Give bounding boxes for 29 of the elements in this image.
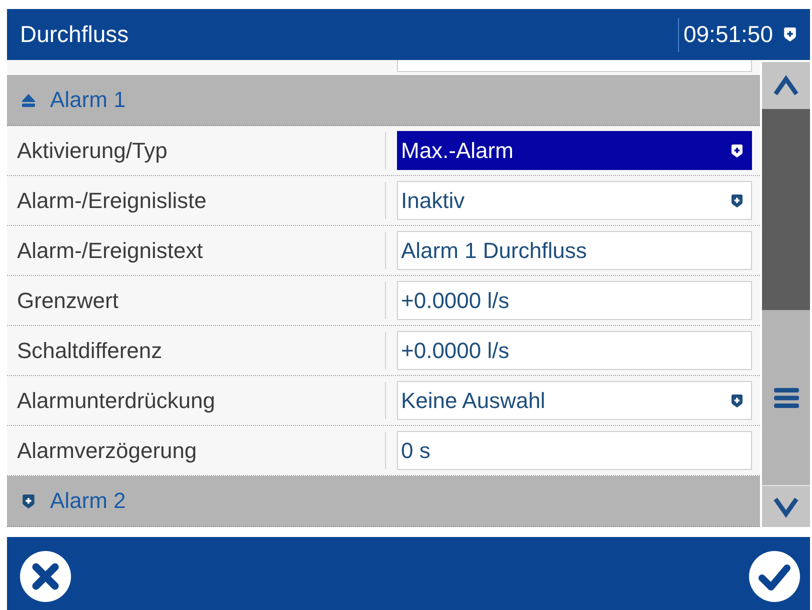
input-field[interactable] [397, 60, 752, 72]
scroll-down-button[interactable] [762, 485, 810, 527]
dropdown-field[interactable]: Keine Auswahl [397, 381, 752, 420]
dropdown-field[interactable]: Inaktiv [397, 181, 752, 220]
clock-time: 09:51:50 [683, 21, 773, 48]
scrollbar-thumb[interactable] [762, 109, 810, 310]
field-label: Alarm-/Ereignistext [17, 238, 204, 264]
shield-plus-icon [731, 394, 743, 408]
shield-plus-icon[interactable] [783, 27, 797, 42]
chevron-down-icon [773, 496, 799, 518]
field-label: Alarmunterdrückung [17, 388, 216, 414]
close-icon[interactable] [20, 550, 71, 602]
window-title: Durchfluss [20, 21, 130, 48]
field-label: Aktivierung/Typ [17, 138, 168, 164]
field-label: Grenzwert [17, 288, 120, 314]
input-field[interactable]: Alarm 1 Durchfluss [397, 231, 752, 270]
field-label: Schaltdifferenz [17, 338, 164, 364]
input-field[interactable]: 0 s [397, 431, 752, 470]
scroll-up-button[interactable] [762, 62, 810, 109]
dropdown-field[interactable]: Max.-Alarm [397, 131, 752, 170]
shield-plus-icon [731, 144, 743, 158]
input-field[interactable]: +0.0000 l/s [397, 331, 752, 370]
checkmark-icon[interactable] [749, 550, 800, 602]
menu-icon[interactable] [774, 388, 798, 408]
chevron-up-icon [773, 74, 799, 96]
field-label: Alarm-/Ereignisliste [17, 188, 208, 214]
shield-plus-icon [731, 194, 743, 208]
field-label: Alarmverzögerung [17, 438, 198, 464]
input-field[interactable]: +0.0000 l/s [397, 281, 752, 320]
